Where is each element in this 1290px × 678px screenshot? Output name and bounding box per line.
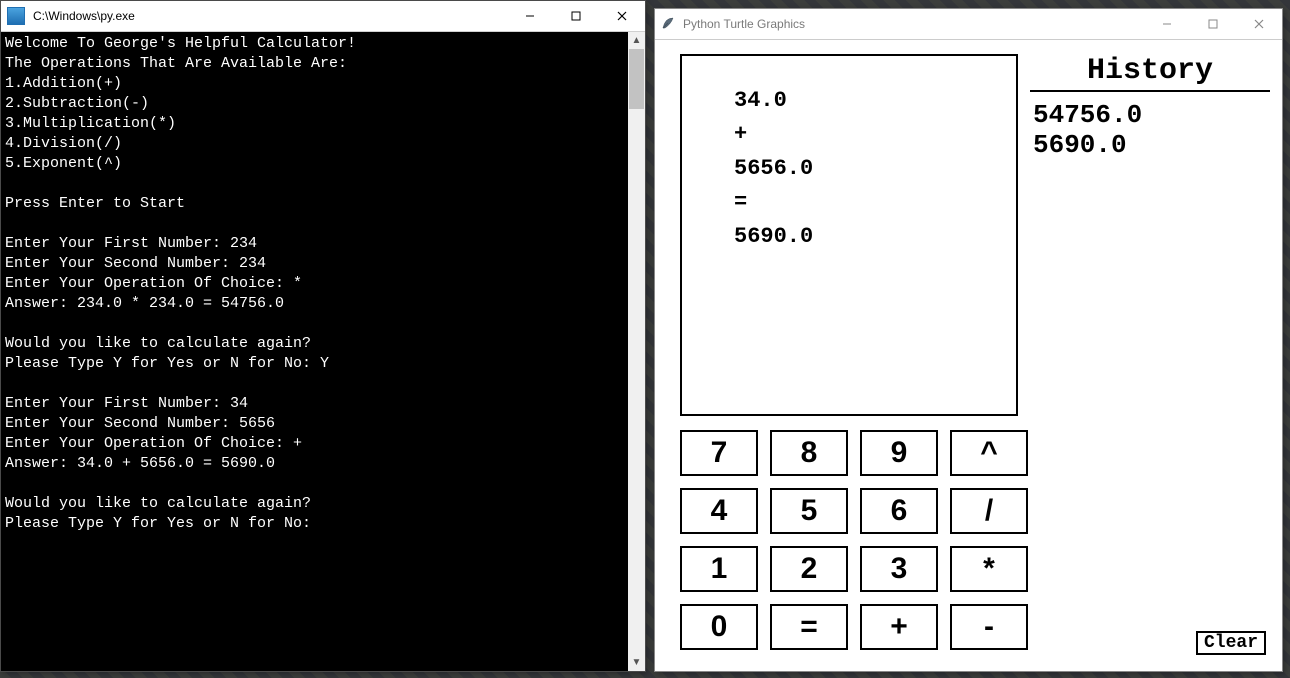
key-4[interactable]: 4 [680,488,758,534]
key-multiply[interactable]: * [950,546,1028,592]
key-9[interactable]: 9 [860,430,938,476]
turtle-window: Python Turtle Graphics 34.0 + 5656.0 = 5… [654,8,1283,672]
key-equals[interactable]: = [770,604,848,650]
minimize-button[interactable] [1144,9,1190,39]
clear-button[interactable]: Clear [1196,631,1266,655]
key-plus[interactable]: + [860,604,938,650]
key-minus[interactable]: - [950,604,1028,650]
history-list: 54756.0 5690.0 [1033,100,1142,160]
key-exponent[interactable]: ^ [950,430,1028,476]
key-0[interactable]: 0 [680,604,758,650]
turtle-title: Python Turtle Graphics [681,17,1144,31]
close-button[interactable] [1236,9,1282,39]
scroll-up-arrow-icon[interactable]: ▲ [628,32,645,49]
key-8[interactable]: 8 [770,430,848,476]
turtle-feather-icon [661,16,675,33]
turtle-titlebar[interactable]: Python Turtle Graphics [655,9,1282,40]
key-divide[interactable]: / [950,488,1028,534]
python-exe-icon [7,7,25,25]
maximize-button[interactable] [1190,9,1236,39]
scroll-down-arrow-icon[interactable]: ▼ [628,654,645,671]
calculator-keypad: 789 ^ 456 / 123 * 0 = +- [680,430,1028,650]
turtle-canvas: 34.0 + 5656.0 = 5690.0 789^456/123*0=+- … [655,40,1282,671]
key-6[interactable]: 6 [860,488,938,534]
console-scrollbar[interactable]: ▲ ▼ [628,32,645,671]
console-output[interactable]: Welcome To George's Helpful Calculator! … [1,32,645,671]
minimize-button[interactable] [507,1,553,31]
key-5[interactable]: 5 [770,488,848,534]
key-7[interactable]: 7 [680,430,758,476]
maximize-button[interactable] [553,1,599,31]
console-title: C:\Windows\py.exe [31,9,507,23]
scroll-thumb[interactable] [629,49,644,109]
console-window: C:\Windows\py.exe Welcome To George's He… [0,0,646,672]
close-button[interactable] [599,1,645,31]
key-1[interactable]: 1 [680,546,758,592]
history-heading: History [1030,54,1270,92]
key-3[interactable]: 3 [860,546,938,592]
calculator-display: 34.0 + 5656.0 = 5690.0 [680,54,1018,416]
console-titlebar[interactable]: C:\Windows\py.exe [1,1,645,32]
key-2[interactable]: 2 [770,546,848,592]
